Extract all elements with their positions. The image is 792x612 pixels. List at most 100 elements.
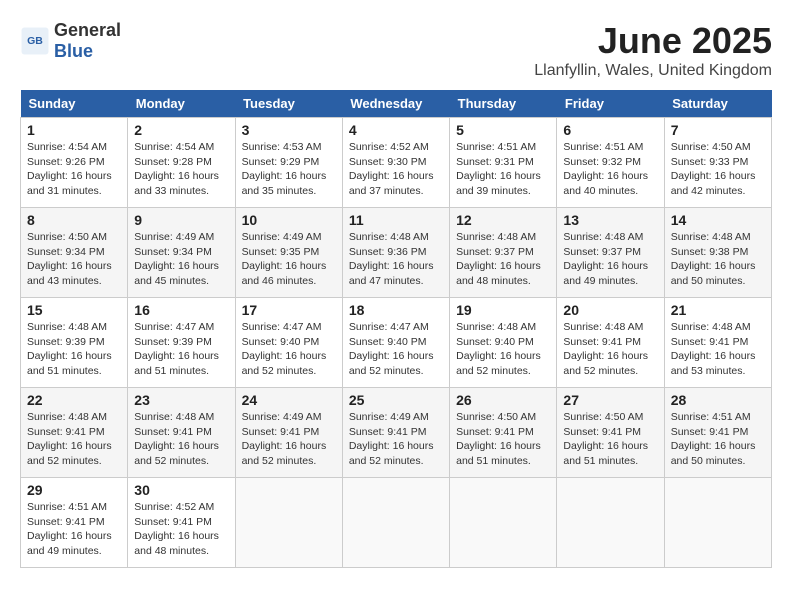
day-info: Sunrise: 4:47 AM Sunset: 9:39 PM Dayligh… [134,320,228,379]
daylight-text: Daylight: 16 hours and 46 minutes. [242,260,327,287]
daylight-text: Daylight: 16 hours and 53 minutes. [671,350,756,377]
daylight-text: Daylight: 16 hours and 52 minutes. [456,350,541,377]
day-info: Sunrise: 4:48 AM Sunset: 9:38 PM Dayligh… [671,230,765,289]
daylight-text: Daylight: 16 hours and 31 minutes. [27,170,112,197]
logo-text-general: General [54,20,121,40]
calendar-cell: 10 Sunrise: 4:49 AM Sunset: 9:35 PM Dayl… [235,208,342,298]
day-info: Sunrise: 4:48 AM Sunset: 9:37 PM Dayligh… [456,230,550,289]
sunrise-text: Sunrise: 4:52 AM [349,141,429,153]
sunset-text: Sunset: 9:33 PM [671,156,749,168]
day-number: 28 [671,392,765,408]
calendar-cell: 6 Sunrise: 4:51 AM Sunset: 9:32 PM Dayli… [557,118,664,208]
sunrise-text: Sunrise: 4:51 AM [456,141,536,153]
day-info: Sunrise: 4:54 AM Sunset: 9:28 PM Dayligh… [134,140,228,199]
day-info: Sunrise: 4:48 AM Sunset: 9:40 PM Dayligh… [456,320,550,379]
calendar-cell: 12 Sunrise: 4:48 AM Sunset: 9:37 PM Dayl… [450,208,557,298]
calendar-header-row: Sunday Monday Tuesday Wednesday Thursday… [21,90,772,118]
calendar-cell [450,478,557,568]
sunset-text: Sunset: 9:41 PM [27,516,105,528]
day-info: Sunrise: 4:49 AM Sunset: 9:41 PM Dayligh… [349,410,443,469]
col-tuesday: Tuesday [235,90,342,118]
sunset-text: Sunset: 9:41 PM [349,426,427,438]
sunrise-text: Sunrise: 4:48 AM [27,321,107,333]
day-number: 26 [456,392,550,408]
day-number: 18 [349,302,443,318]
sunrise-text: Sunrise: 4:49 AM [242,411,322,423]
day-number: 7 [671,122,765,138]
sunset-text: Sunset: 9:41 PM [456,426,534,438]
sunset-text: Sunset: 9:41 PM [671,426,749,438]
calendar-cell: 22 Sunrise: 4:48 AM Sunset: 9:41 PM Dayl… [21,388,128,478]
sunrise-text: Sunrise: 4:48 AM [671,231,751,243]
day-number: 27 [563,392,657,408]
day-info: Sunrise: 4:51 AM Sunset: 9:41 PM Dayligh… [27,500,121,559]
sunset-text: Sunset: 9:34 PM [27,246,105,258]
col-friday: Friday [557,90,664,118]
daylight-text: Daylight: 16 hours and 48 minutes. [134,530,219,557]
daylight-text: Daylight: 16 hours and 35 minutes. [242,170,327,197]
sunset-text: Sunset: 9:30 PM [349,156,427,168]
sunrise-text: Sunrise: 4:52 AM [134,501,214,513]
sunset-text: Sunset: 9:35 PM [242,246,320,258]
daylight-text: Daylight: 16 hours and 52 minutes. [134,440,219,467]
day-number: 24 [242,392,336,408]
sunset-text: Sunset: 9:29 PM [242,156,320,168]
sunrise-text: Sunrise: 4:54 AM [134,141,214,153]
day-number: 25 [349,392,443,408]
day-number: 6 [563,122,657,138]
calendar-cell: 15 Sunrise: 4:48 AM Sunset: 9:39 PM Dayl… [21,298,128,388]
daylight-text: Daylight: 16 hours and 47 minutes. [349,260,434,287]
day-number: 8 [27,212,121,228]
sunrise-text: Sunrise: 4:50 AM [456,411,536,423]
sunset-text: Sunset: 9:41 PM [134,516,212,528]
daylight-text: Daylight: 16 hours and 52 minutes. [242,440,327,467]
calendar-cell: 5 Sunrise: 4:51 AM Sunset: 9:31 PM Dayli… [450,118,557,208]
day-number: 22 [27,392,121,408]
sunrise-text: Sunrise: 4:49 AM [349,411,429,423]
daylight-text: Daylight: 16 hours and 51 minutes. [27,350,112,377]
calendar-week-row: 15 Sunrise: 4:48 AM Sunset: 9:39 PM Dayl… [21,298,772,388]
daylight-text: Daylight: 16 hours and 51 minutes. [456,440,541,467]
daylight-text: Daylight: 16 hours and 48 minutes. [456,260,541,287]
col-monday: Monday [128,90,235,118]
calendar-cell: 21 Sunrise: 4:48 AM Sunset: 9:41 PM Dayl… [664,298,771,388]
day-info: Sunrise: 4:47 AM Sunset: 9:40 PM Dayligh… [242,320,336,379]
page-header: GB General Blue June 2025 Llanfyllin, Wa… [20,20,772,80]
day-number: 30 [134,482,228,498]
day-info: Sunrise: 4:49 AM Sunset: 9:34 PM Dayligh… [134,230,228,289]
sunset-text: Sunset: 9:37 PM [563,246,641,258]
daylight-text: Daylight: 16 hours and 40 minutes. [563,170,648,197]
day-info: Sunrise: 4:48 AM Sunset: 9:41 PM Dayligh… [134,410,228,469]
sunset-text: Sunset: 9:41 PM [671,336,749,348]
daylight-text: Daylight: 16 hours and 37 minutes. [349,170,434,197]
daylight-text: Daylight: 16 hours and 52 minutes. [27,440,112,467]
day-info: Sunrise: 4:51 AM Sunset: 9:32 PM Dayligh… [563,140,657,199]
calendar-week-row: 1 Sunrise: 4:54 AM Sunset: 9:26 PM Dayli… [21,118,772,208]
sunrise-text: Sunrise: 4:47 AM [134,321,214,333]
sunset-text: Sunset: 9:40 PM [456,336,534,348]
day-number: 23 [134,392,228,408]
day-number: 29 [27,482,121,498]
sunset-text: Sunset: 9:41 PM [563,426,641,438]
daylight-text: Daylight: 16 hours and 33 minutes. [134,170,219,197]
calendar-table: Sunday Monday Tuesday Wednesday Thursday… [20,90,772,568]
calendar-cell: 27 Sunrise: 4:50 AM Sunset: 9:41 PM Dayl… [557,388,664,478]
daylight-text: Daylight: 16 hours and 51 minutes. [134,350,219,377]
calendar-cell: 18 Sunrise: 4:47 AM Sunset: 9:40 PM Dayl… [342,298,449,388]
sunset-text: Sunset: 9:41 PM [563,336,641,348]
calendar-cell: 8 Sunrise: 4:50 AM Sunset: 9:34 PM Dayli… [21,208,128,298]
main-title: June 2025 [534,20,772,62]
day-info: Sunrise: 4:53 AM Sunset: 9:29 PM Dayligh… [242,140,336,199]
title-area: June 2025 Llanfyllin, Wales, United King… [534,20,772,80]
day-info: Sunrise: 4:48 AM Sunset: 9:36 PM Dayligh… [349,230,443,289]
day-info: Sunrise: 4:50 AM Sunset: 9:33 PM Dayligh… [671,140,765,199]
calendar-cell: 14 Sunrise: 4:48 AM Sunset: 9:38 PM Dayl… [664,208,771,298]
sunrise-text: Sunrise: 4:47 AM [242,321,322,333]
col-saturday: Saturday [664,90,771,118]
day-number: 19 [456,302,550,318]
sunset-text: Sunset: 9:34 PM [134,246,212,258]
sunset-text: Sunset: 9:41 PM [27,426,105,438]
sunrise-text: Sunrise: 4:48 AM [134,411,214,423]
day-number: 4 [349,122,443,138]
calendar-week-row: 29 Sunrise: 4:51 AM Sunset: 9:41 PM Dayl… [21,478,772,568]
